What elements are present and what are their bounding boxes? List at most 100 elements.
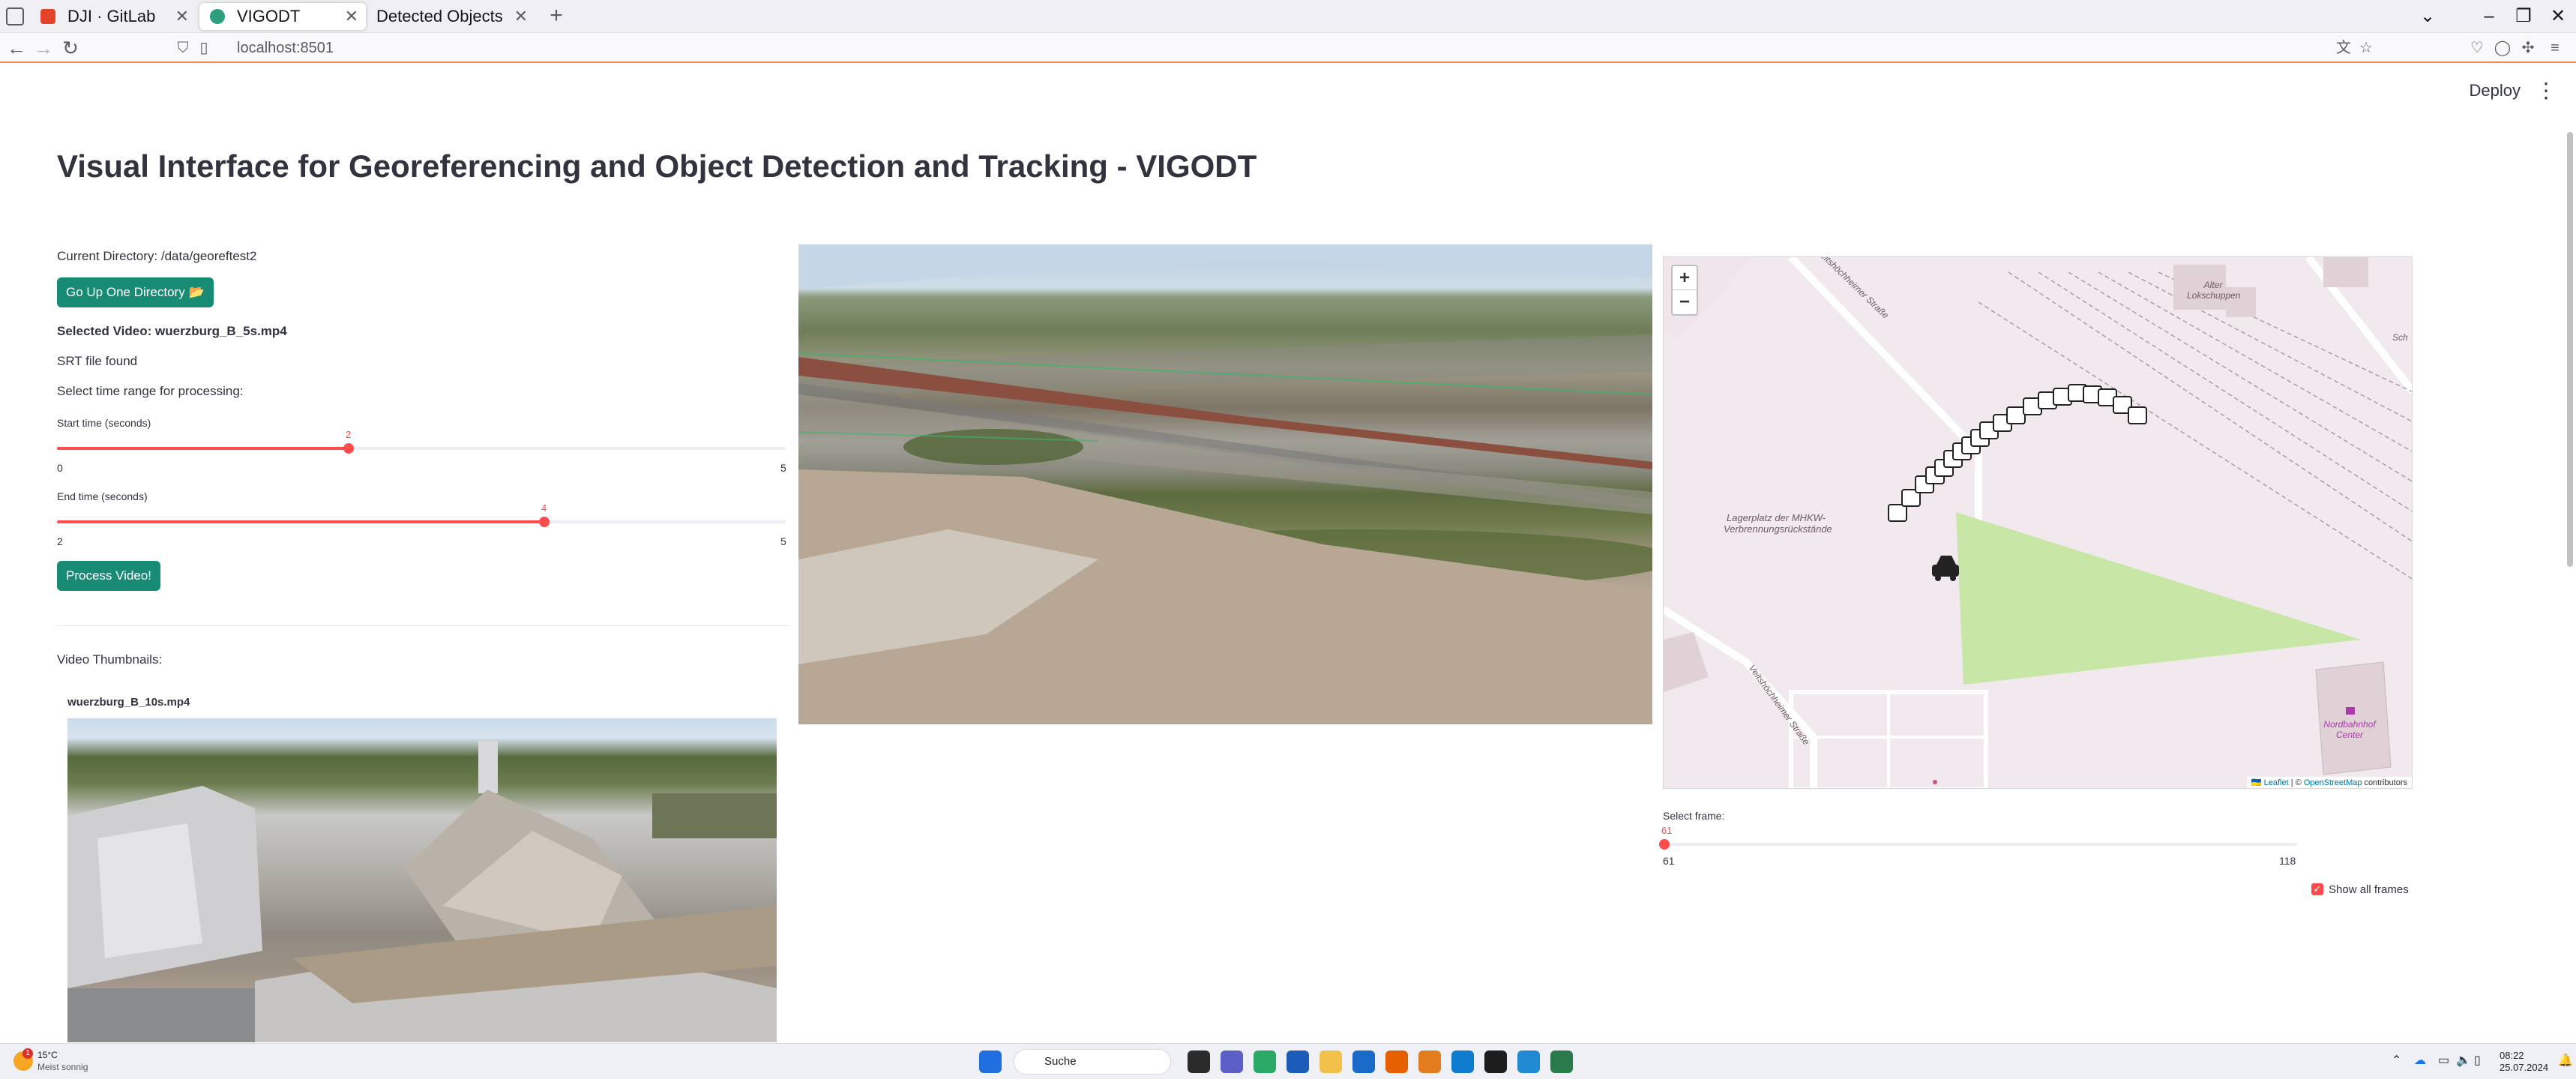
zoom-in-button[interactable]: + [1673, 266, 1697, 290]
map-place-label: Sch [2392, 332, 2408, 343]
browser-icon[interactable] [1451, 1051, 1474, 1073]
reload-icon[interactable]: ↻ [57, 34, 84, 61]
divider [57, 625, 789, 626]
go-up-directory-button[interactable]: Go Up One Directory 📂 [57, 277, 214, 307]
thumbnail-title: wuerzburg_B_10s.mp4 [67, 696, 190, 709]
osm-link[interactable]: OpenStreetMap [2304, 778, 2362, 787]
end-slider-label: End time (seconds) [57, 490, 148, 502]
battery-icon[interactable]: ▯ [2474, 1053, 2481, 1068]
vscode-icon[interactable] [1517, 1051, 1540, 1073]
app2-icon[interactable] [1550, 1051, 1573, 1073]
close-icon[interactable]: ✕ [175, 3, 189, 30]
forward-icon[interactable]: → [30, 34, 57, 61]
leaflet-link[interactable]: 🇺🇦 Leaflet [2251, 778, 2289, 787]
frame-slider-label: Select frame: [1663, 810, 1725, 822]
map-zoom-control: + − [1671, 265, 1698, 316]
network-icon[interactable]: ▭ [2438, 1053, 2449, 1068]
end-slider-thumb[interactable] [539, 517, 550, 527]
start-slider-thumb[interactable] [343, 443, 354, 454]
frame-slider-max: 118 [2279, 855, 2296, 867]
firefox-icon[interactable] [1385, 1051, 1408, 1073]
start-slider-label: Start time (seconds) [57, 417, 151, 429]
pocket-icon[interactable]: ♡ [2465, 36, 2489, 60]
frame-slider-min: 61 [1663, 855, 1675, 867]
tab-vigodt[interactable]: VIGODT ✕ [199, 3, 366, 30]
deploy-button[interactable]: Deploy [2470, 81, 2521, 100]
video-frame[interactable] [798, 244, 1652, 724]
taskbar-search[interactable]: Suche [1014, 1049, 1171, 1075]
new-tab-button[interactable]: + [543, 3, 570, 30]
teams-icon[interactable] [1221, 1051, 1243, 1073]
account-icon[interactable]: ◯ [2491, 36, 2515, 60]
frame-slider-thumb[interactable] [1659, 839, 1670, 850]
srt-status: SRT file found [57, 354, 138, 368]
video-thumbnail[interactable] [67, 718, 777, 1042]
browser-tabbar: DJI · GitLab ✕ VIGODT ✕ Detected Objects… [0, 0, 2576, 52]
tab-detected-objects-map[interactable]: Detected Objects Map ✕ [369, 3, 535, 52]
url-field[interactable]: localhost:8501 [237, 36, 2486, 60]
start-slider-max: 5 [780, 462, 786, 474]
close-icon[interactable]: ✕ [514, 3, 528, 30]
windows-taskbar: 1 15°C Meist sonnig Suche ⌃ ☁ ▭ 🔈 ▯ 08:2… [0, 1043, 2576, 1079]
app-icon[interactable] [1418, 1051, 1441, 1073]
show-all-frames-checkbox[interactable]: ✓ [2311, 883, 2323, 895]
page-icon[interactable]: ▯ [192, 36, 216, 60]
translate-icon[interactable]: 文 [2332, 36, 2356, 60]
globe-icon [210, 9, 225, 24]
page-title: Visual Interface for Georeferencing and … [57, 148, 1257, 184]
restore-icon[interactable]: ❐ [2509, 1, 2539, 31]
start-slider-min: 0 [57, 462, 63, 474]
frame-slider-value: 61 [1661, 825, 1673, 836]
close-icon[interactable]: ✕ [345, 3, 358, 30]
extensions-icon[interactable]: ✣ [2516, 36, 2540, 60]
task-view-icon[interactable] [1188, 1051, 1210, 1073]
terminal-icon[interactable] [1484, 1051, 1507, 1073]
tab-gitlab[interactable]: DJI · GitLab ✕ [30, 3, 196, 30]
zoom-out-button[interactable]: − [1673, 290, 1697, 314]
weather-temp: 15°C [37, 1050, 58, 1060]
show-all-frames-label: Show all frames [2329, 883, 2409, 896]
explorer-icon[interactable] [1319, 1051, 1342, 1073]
end-slider-min: 2 [57, 535, 63, 547]
detected-objects-map[interactable]: + − Veitshöchheimer Straße Alter Lokschu… [1663, 256, 2413, 789]
onedrive-icon[interactable]: ☁ [2414, 1053, 2426, 1068]
map-attribution: 🇺🇦 Leaflet | © OpenStreetMap contributor… [2246, 777, 2412, 788]
thumbnails-label: Video Thumbnails: [57, 652, 163, 667]
tray-chevron-icon[interactable]: ⌃ [2392, 1053, 2401, 1068]
frame-slider-track[interactable] [1663, 843, 2297, 846]
back-icon[interactable]: ← [3, 34, 30, 61]
tab-list-icon[interactable]: ⌄ [2413, 1, 2443, 31]
volume-icon[interactable]: 🔈 [2456, 1053, 2471, 1068]
car-marker [1932, 556, 1959, 581]
main-menu-icon[interactable]: ⋮ [2536, 78, 2557, 103]
bookmark-star-icon[interactable]: ☆ [2354, 36, 2378, 60]
menu-icon[interactable]: ≡ [2543, 36, 2567, 60]
minimize-icon[interactable]: – [2474, 1, 2504, 31]
page-scrollbar[interactable] [2567, 132, 2573, 567]
window-close-icon[interactable]: ✕ [2543, 1, 2573, 31]
clock-time[interactable]: 08:22 [2500, 1050, 2524, 1061]
browser-navbar: ← → ↻ ⛉ ▯ localhost:8501 文 ☆ ♡ ◯ ✣ ≡ [0, 33, 2576, 63]
store-icon[interactable] [1287, 1051, 1309, 1073]
map-place-label: Alter Lokschuppen [2187, 280, 2241, 301]
outlook-icon[interactable] [1352, 1051, 1375, 1073]
start-slider-value: 2 [346, 429, 352, 440]
current-directory: Current Directory: /data/georeftest2 [57, 249, 257, 263]
time-range-label: Select time range for processing: [57, 384, 244, 398]
sidebar-toggle-icon[interactable] [6, 7, 24, 25]
map-poi-label: Nordbahnhof Center [2323, 719, 2376, 740]
notification-icon[interactable]: 🔔 [2558, 1053, 2573, 1068]
clock-date[interactable]: 25.07.2024 [2500, 1062, 2548, 1073]
start-icon[interactable] [979, 1051, 1002, 1073]
video-frame-scene [798, 244, 1652, 724]
edge-icon[interactable] [1254, 1051, 1276, 1073]
end-slider-fill [57, 520, 544, 523]
streamlit-app: Deploy ⋮ Visual Interface for Georeferen… [0, 64, 2576, 1042]
start-slider-fill [57, 447, 349, 450]
map-area-label: Lagerplatz der MHKW-Verbrennungsrückstän… [1724, 512, 1832, 535]
selected-video: Selected Video: wuerzburg_B_5s.mp4 [57, 324, 287, 338]
process-video-button[interactable]: Process Video! [57, 561, 161, 591]
thumbnail-scene [67, 741, 777, 1042]
weather-badge: 1 [22, 1048, 33, 1059]
end-slider-max: 5 [780, 535, 786, 547]
